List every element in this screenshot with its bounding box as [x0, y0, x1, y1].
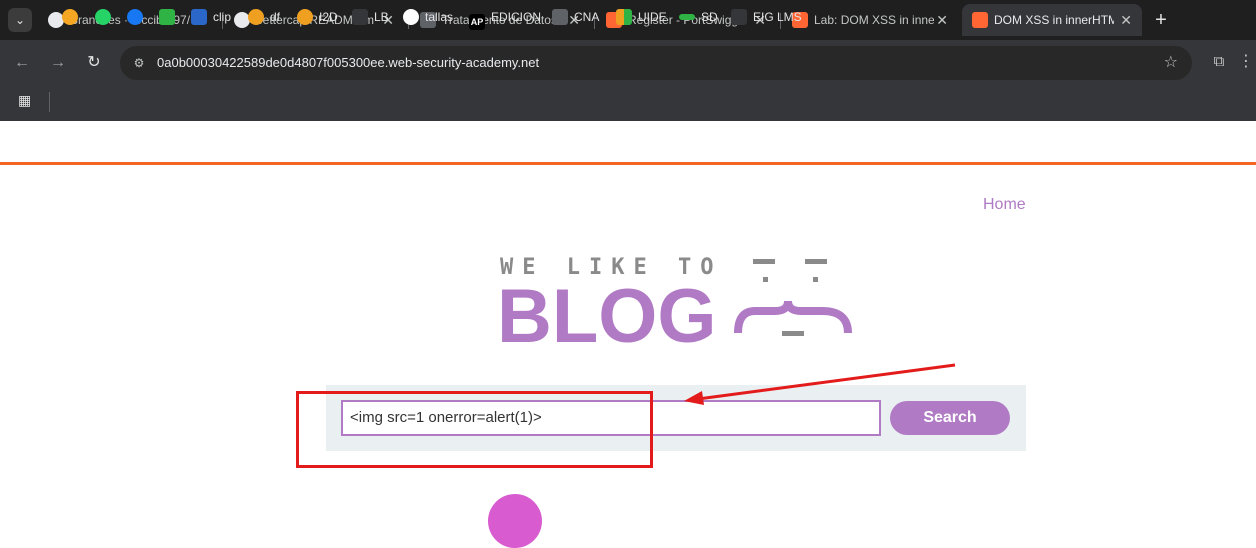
bookmark-eig-lms[interactable]: EIG LMS [731, 4, 802, 30]
bookmark-cna[interactable]: CNA [552, 4, 599, 30]
green-square-icon [159, 9, 175, 25]
apps-grid-icon[interactable]: ▦ [18, 92, 34, 108]
home-link[interactable]: Home [983, 196, 1026, 214]
bookmarks-bar [0, 86, 1256, 121]
logo-face-icon [734, 259, 852, 336]
logo-title: BLOG [497, 274, 717, 359]
bookmark-star-icon[interactable]: ☆ [1164, 46, 1178, 80]
sd-icon [679, 14, 695, 20]
tab-title: DOM XSS in innerHTM [994, 13, 1114, 27]
back-icon[interactable]: ← [10, 51, 34, 75]
bookmark-uide[interactable]: UIDE [616, 4, 667, 30]
infinity-icon [248, 9, 264, 25]
reload-icon[interactable]: ↻ [82, 51, 106, 75]
i2d-icon [297, 9, 313, 25]
url-text[interactable]: 0a0b00030422589de0d4807f005300ee.web-sec… [157, 46, 539, 80]
bookmark-tallas[interactable]: tallas [403, 4, 453, 30]
close-icon[interactable]: ✕ [1120, 4, 1132, 36]
site-info-icon[interactable]: ⚙ [130, 54, 148, 72]
forward-icon[interactable]: → [46, 51, 70, 75]
new-tab-button[interactable]: + [1150, 6, 1172, 34]
tab-lab[interactable]: Lab: DOM XSS in inne ✕ [782, 4, 958, 36]
ap-icon: AP [469, 14, 485, 30]
close-icon[interactable]: ✕ [936, 4, 948, 36]
bookmark-whatsapp[interactable] [95, 4, 117, 30]
page-content: Home WE LIKE TO BLOG <img src=1 onerror=… [0, 121, 1256, 548]
clip-icon [191, 9, 207, 25]
bookmark-green[interactable] [159, 4, 181, 30]
browser-chrome: ⌄ Branches · tecciber97/ ✕ bettercap/REA… [0, 0, 1256, 121]
cisco-icon [552, 9, 568, 25]
lb-icon [352, 9, 368, 25]
bookmark-i2d[interactable]: I2D [297, 4, 338, 30]
portswigger-icon [972, 12, 988, 28]
f-icon [403, 9, 419, 25]
annotation-highlight-box [296, 391, 653, 468]
bookmark-edicion[interactable]: AP EDICION [469, 4, 541, 30]
tab-title: Lab: DOM XSS in inne [814, 13, 934, 27]
bookmark-clip[interactable]: clip [191, 4, 231, 30]
bookmark-info[interactable] [62, 4, 84, 30]
bookmark-separator [49, 92, 50, 112]
post-image-partial [488, 494, 542, 548]
bookmark-facebook[interactable] [127, 4, 149, 30]
bookmark-df[interactable]: df [248, 4, 280, 30]
info-icon [62, 9, 78, 25]
whatsapp-icon [95, 9, 111, 25]
bookmark-lb[interactable]: LB [352, 4, 389, 30]
extensions-icon[interactable]: ⧉ [1208, 51, 1230, 73]
menu-icon[interactable]: ⋮ [1238, 51, 1254, 73]
eig-icon [731, 9, 747, 25]
facebook-icon [127, 9, 143, 25]
toolbar: ← → ↻ ⚙ 0a0b00030422589de0d4807f005300ee… [0, 40, 1256, 86]
tab-dom-xss-active[interactable]: DOM XSS in innerHTM ✕ [962, 4, 1142, 36]
bookmark-sd[interactable]: SD [679, 4, 718, 30]
bars-icon [616, 9, 632, 25]
header-accent-line [0, 162, 1256, 165]
address-bar[interactable]: ⚙ 0a0b00030422589de0d4807f005300ee.web-s… [120, 46, 1192, 80]
tab-search-button[interactable]: ⌄ [8, 8, 32, 32]
search-button[interactable]: Search [890, 401, 1010, 435]
